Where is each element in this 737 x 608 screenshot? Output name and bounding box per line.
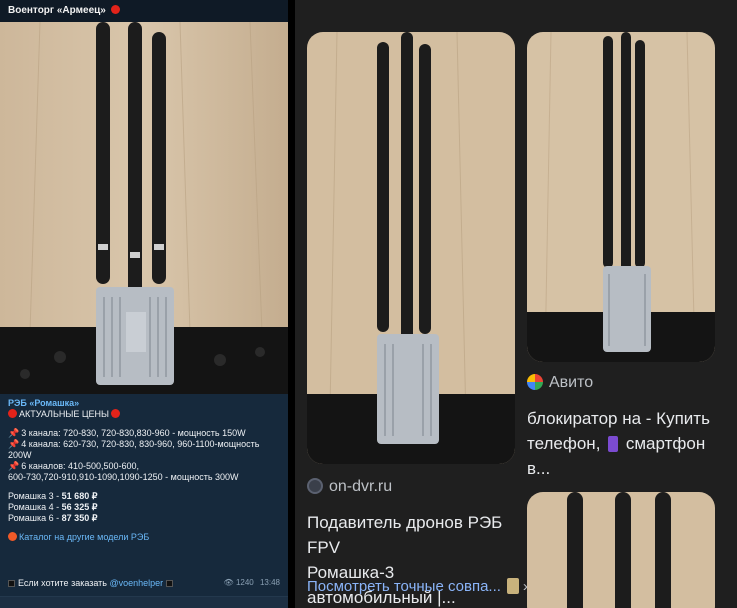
result-title-2[interactable]: блокиратор на - Купить телефон, смартфон… — [527, 406, 715, 481]
scrollbar[interactable] — [729, 0, 737, 608]
panel-divider — [288, 0, 295, 608]
comment-bar[interactable] — [0, 596, 288, 608]
black-square-icon — [166, 580, 174, 587]
result-image-2[interactable] — [527, 32, 715, 362]
eye-icon: 👁 — [223, 578, 234, 587]
result-source-1[interactable]: on-dvr.ru — [307, 478, 392, 496]
jammer-photo — [527, 492, 715, 608]
avito-logo-icon — [527, 374, 543, 390]
smartphone-icon — [608, 436, 619, 452]
result-image-3[interactable] — [527, 492, 715, 608]
post-text: РЭБ «Ромашка» АКТУАЛЬНЫЕ ЦЕНЫ 📌 3 канала:… — [0, 394, 288, 608]
channels-4-line-cont: 200W — [8, 450, 32, 460]
red-circle-icon — [8, 409, 17, 418]
views-count: 1240 — [235, 578, 254, 587]
price-romashka-3: Ромашка 3 - 51 680 ₽ — [8, 491, 98, 501]
channels-3-line: 📌 3 канала: 720-830, 720-830,830-960 - мо… — [8, 428, 246, 438]
pin-icon: 📌 — [8, 439, 20, 449]
channels-4-line: 📌 4 канала: 620-730, 720-830, 830-960, 96… — [8, 439, 260, 449]
price-romashka-6: Ромашка 6 - 87 350 ₽ — [8, 513, 98, 523]
catalog-link[interactable]: Каталог на другие модели РЭБ — [8, 532, 280, 543]
actual-prices-heading: АКТУАЛЬНЫЕ ЦЕНЫ — [8, 409, 280, 420]
price-romashka-4: Ромашка 4 - 56 325 ₽ — [8, 502, 98, 512]
post-time: 13:48 — [259, 578, 280, 587]
red-circle-icon — [110, 409, 120, 418]
channel-name[interactable]: Военторг «Армеец» — [0, 0, 288, 22]
image-search-results: on-dvr.ru Подавитель дронов РЭБ FPV Рома… — [295, 0, 737, 608]
order-handle-link[interactable]: @voenhelper — [109, 578, 163, 588]
result-source-2[interactable]: Авито — [527, 374, 593, 392]
age-restriction-icon — [110, 5, 120, 14]
pin-icon: 📌 — [8, 428, 20, 438]
pin-icon: 📌 — [8, 461, 20, 471]
order-line: Если хотите заказать @voenhelper 👁 1240 … — [8, 578, 280, 592]
post-meta: 👁 1240 13:48 — [224, 578, 280, 587]
red-circle-icon — [8, 532, 17, 541]
site-favicon-icon — [307, 478, 323, 494]
telegram-post: Военторг «Армеец» РЭБ «Ромашка» АКТУАЛЬН… — [0, 0, 288, 608]
post-title: РЭБ «Ромашка» — [8, 398, 80, 408]
thumbnail-icon — [506, 578, 519, 594]
jammer-photo — [0, 22, 288, 394]
black-square-icon — [8, 580, 15, 587]
jammer-photo — [307, 32, 515, 464]
result-image-1[interactable] — [307, 32, 515, 464]
jammer-photo — [527, 32, 715, 362]
channels-6-line: 📌 6 каналов: 410-500,500-600, — [8, 461, 140, 471]
exact-matches-link[interactable]: Посмотреть точные совпа... › — [307, 578, 528, 595]
channels-6-line-cont: 600-730,720-910,910-1090,1090-1250 - мощ… — [8, 472, 239, 482]
post-photo[interactable] — [0, 22, 288, 394]
